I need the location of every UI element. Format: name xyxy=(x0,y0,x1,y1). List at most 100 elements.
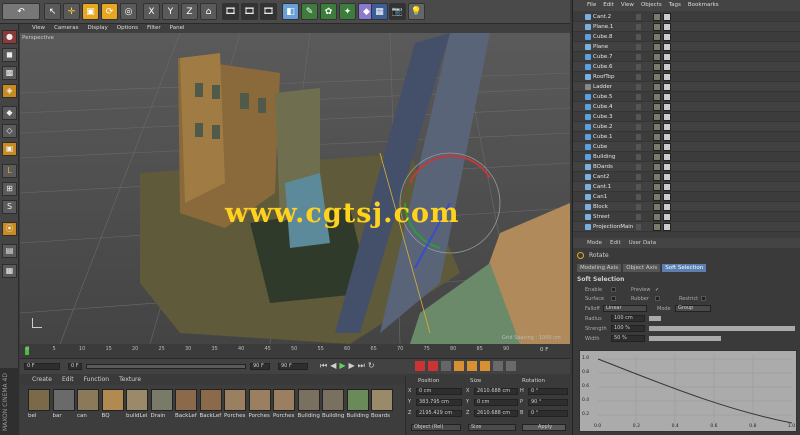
falloff-graph[interactable]: 1.0 0.8 0.6 0.4 0.2 0.0 0.2 0.4 0.6 0.8 1.0 xyxy=(579,350,797,432)
uvw-tag-icon[interactable] xyxy=(663,193,671,201)
render-view-button[interactable]: 🎞 xyxy=(222,3,239,20)
position-field[interactable]: 0 cm xyxy=(416,388,462,395)
uvw-tag-icon[interactable] xyxy=(663,93,671,101)
viewport-menu-panel[interactable]: Panel xyxy=(170,24,185,33)
obj-menu-tags[interactable]: Tags xyxy=(669,0,681,11)
visibility-toggle[interactable] xyxy=(636,74,641,80)
material-menu-texture[interactable]: Texture xyxy=(119,376,141,385)
obj-menu-file[interactable]: File xyxy=(587,0,596,11)
visibility-toggle[interactable] xyxy=(636,24,641,30)
texture-tag-icon[interactable] xyxy=(653,53,661,61)
material-swatch[interactable] xyxy=(322,389,344,411)
viewport-menu-display[interactable]: Display xyxy=(88,24,108,33)
model-mode-icon[interactable]: ◼ xyxy=(2,48,17,62)
x-axis-toggle[interactable]: X xyxy=(143,3,160,20)
visibility-toggle[interactable] xyxy=(636,144,641,150)
uvw-tag-icon[interactable] xyxy=(663,83,671,91)
rotation-field[interactable]: 0 ° xyxy=(528,410,568,417)
material-swatch[interactable] xyxy=(175,389,197,411)
width-field[interactable]: 50 % xyxy=(611,335,645,342)
visibility-toggle[interactable] xyxy=(636,14,641,20)
uvw-tag-icon[interactable] xyxy=(663,223,671,231)
visibility-toggle[interactable] xyxy=(636,134,641,140)
texture-tag-icon[interactable] xyxy=(653,193,661,201)
visibility-toggle[interactable] xyxy=(636,124,641,130)
object-row[interactable]: RoofTop xyxy=(573,72,800,82)
last-frame-icon[interactable]: ⏭ xyxy=(358,361,365,371)
texture-tag-icon[interactable] xyxy=(653,123,661,131)
visibility-toggle[interactable] xyxy=(636,214,641,220)
texture-tag-icon[interactable] xyxy=(653,103,661,111)
uvw-tag-icon[interactable] xyxy=(663,203,671,211)
first-frame-icon[interactable]: ⏮ xyxy=(320,361,327,371)
object-row[interactable]: Cube.6 xyxy=(573,62,800,72)
object-row[interactable]: Can1 xyxy=(573,192,800,202)
max-frame-field[interactable]: 90 F xyxy=(278,363,308,370)
texture-tag-icon[interactable] xyxy=(653,153,661,161)
position-key-icon[interactable] xyxy=(454,361,464,371)
texture-tag-icon[interactable] xyxy=(653,33,661,41)
prev-key-icon[interactable]: ◀ xyxy=(330,361,336,371)
uvw-tag-icon[interactable] xyxy=(663,173,671,181)
radius-slider[interactable] xyxy=(649,316,661,321)
visibility-toggle[interactable] xyxy=(636,184,641,190)
frame-range-slider[interactable] xyxy=(86,364,246,369)
object-row[interactable]: ProjectionMain xyxy=(573,222,800,232)
visibility-toggle[interactable] xyxy=(636,94,641,100)
material-swatch[interactable] xyxy=(28,389,50,411)
polygons-mode-icon[interactable]: ▣ xyxy=(2,142,17,156)
coord-system-button[interactable]: ⌂ xyxy=(200,3,217,20)
object-row[interactable]: Plane xyxy=(573,42,800,52)
falloff-select[interactable]: Linear xyxy=(603,305,647,312)
position-field[interactable]: 383.795 cm xyxy=(416,399,462,406)
texture-tag-icon[interactable] xyxy=(653,163,661,171)
light-icon[interactable]: 💡 xyxy=(408,3,425,20)
object-row[interactable]: Cube.2 xyxy=(573,122,800,132)
points-mode-icon[interactable]: ◆ xyxy=(2,106,17,120)
workplane-icon[interactable]: ◈ xyxy=(2,84,17,98)
render-button[interactable]: 🎞 xyxy=(241,3,258,20)
tab-object-axis[interactable]: Object Axis xyxy=(623,264,661,272)
object-row[interactable]: Plane.1 xyxy=(573,22,800,32)
visibility-toggle[interactable] xyxy=(636,194,641,200)
texture-tag-icon[interactable] xyxy=(653,63,661,71)
object-row[interactable]: Ladder xyxy=(573,82,800,92)
scale-tool[interactable]: ▣ xyxy=(82,3,99,20)
cube-icon[interactable]: ◧ xyxy=(282,3,299,20)
uvw-tag-icon[interactable] xyxy=(663,183,671,191)
texture-tag-icon[interactable] xyxy=(653,203,661,211)
param-key-icon[interactable] xyxy=(493,361,503,371)
mode-select[interactable]: Group xyxy=(675,305,711,312)
material-swatch[interactable] xyxy=(126,389,148,411)
edges-mode-icon[interactable]: ◇ xyxy=(2,124,17,138)
y-axis-toggle[interactable]: Y xyxy=(162,3,179,20)
uvw-tag-icon[interactable] xyxy=(663,123,671,131)
nurbs-icon[interactable]: ✿ xyxy=(320,3,337,20)
visibility-toggle[interactable] xyxy=(636,154,641,160)
material-swatch[interactable] xyxy=(101,389,124,411)
autokey-icon[interactable] xyxy=(428,361,438,371)
visibility-toggle[interactable] xyxy=(636,164,641,170)
coord-mode-select[interactable]: Object (Rel) xyxy=(411,424,461,431)
viewport-menu-filter[interactable]: Filter xyxy=(147,24,161,33)
obj-menu-bookmarks[interactable]: Bookmarks xyxy=(688,0,719,11)
uvw-tag-icon[interactable] xyxy=(663,63,671,71)
scale-key-icon[interactable] xyxy=(467,361,477,371)
obj-menu-objects[interactable]: Objects xyxy=(641,0,662,11)
uvw-tag-icon[interactable] xyxy=(663,53,671,61)
apply-button[interactable]: Apply xyxy=(522,424,566,431)
spline-icon[interactable]: ✎ xyxy=(301,3,318,20)
viewport-menu-options[interactable]: Options xyxy=(117,24,138,33)
material-swatch[interactable] xyxy=(248,389,271,411)
size-mode-select[interactable]: Size xyxy=(468,424,516,431)
solo-icon[interactable]: ⦿ xyxy=(2,222,17,236)
texture-tag-icon[interactable] xyxy=(653,13,661,21)
texture-tag-icon[interactable] xyxy=(653,113,661,121)
uvw-tag-icon[interactable] xyxy=(663,23,671,31)
strength-field[interactable]: 100 % xyxy=(611,325,645,332)
tweak-icon[interactable]: ⊞ xyxy=(2,182,17,196)
uvw-tag-icon[interactable] xyxy=(663,133,671,141)
texture-tag-icon[interactable] xyxy=(653,83,661,91)
texture-tag-icon[interactable] xyxy=(653,73,661,81)
texture-tag-icon[interactable] xyxy=(653,173,661,181)
